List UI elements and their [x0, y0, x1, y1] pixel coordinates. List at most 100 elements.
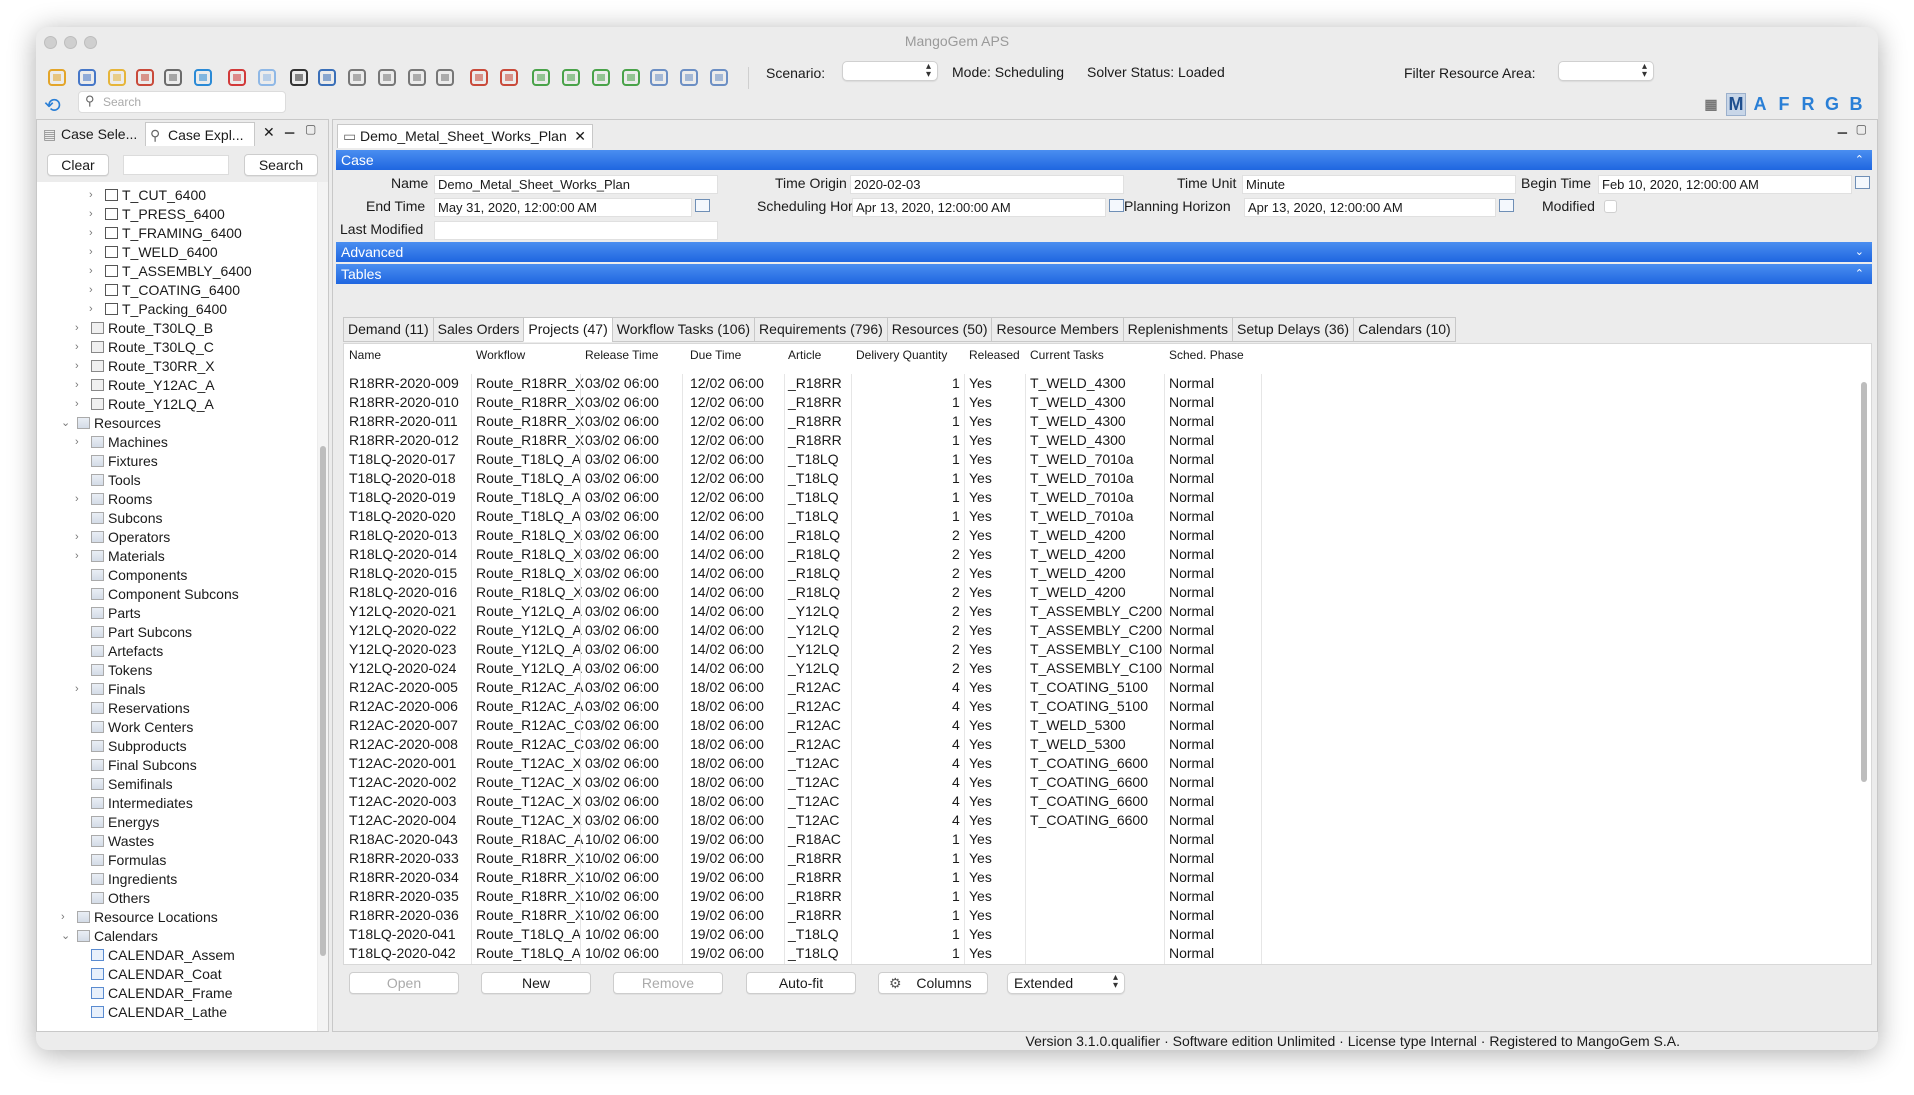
tree-item[interactable]: CALENDAR_Assem	[91, 946, 235, 965]
view-button-r[interactable]: R	[1798, 94, 1818, 115]
chevron-right-icon[interactable]: ›	[75, 376, 79, 395]
table-row[interactable]: T18LQ-2020-042 Route_T18LQ_A 10/02 06:00 19…	[344, 944, 1855, 963]
column-header[interactable]: Released	[969, 344, 1020, 366]
new-button[interactable]: New	[481, 972, 591, 994]
table-tab-calendars[interactable]: Calendars (10)	[1353, 317, 1456, 342]
chevron-down-icon[interactable]: ⌄	[61, 927, 70, 946]
tree-item[interactable]: Wastes	[91, 832, 154, 851]
tab-case-selection[interactable]: ▤ Case Sele...	[39, 122, 143, 146]
tab-case-explorer[interactable]: ⚲ Case Expl...	[145, 122, 255, 146]
scheduling-horizon-field[interactable]: Apr 13, 2020, 12:00:00 AM	[852, 198, 1106, 217]
table-tab-requirements[interactable]: Requirements (796)	[754, 317, 887, 342]
tree-item[interactable]: Semifinals	[91, 775, 173, 794]
toolbar-tool-19-icon[interactable]	[588, 64, 614, 90]
begin-time-field[interactable]: Feb 10, 2020, 12:00:00 AM	[1598, 175, 1852, 194]
time-unit-field[interactable]: Minute	[1242, 175, 1516, 194]
table-row[interactable]: R12AC-2020-005 Route_R12AC_A 03/02 06:00 18…	[344, 678, 1855, 697]
table-row[interactable]: R18RR-2020-009 Route_R18RR_X 03/02 06:00 12…	[344, 374, 1855, 393]
name-field[interactable]: Demo_Metal_Sheet_Works_Plan	[434, 175, 718, 194]
minimize-window-button[interactable]	[64, 36, 77, 49]
tab-demo-metal-sheet-works-plan[interactable]: ▭ Demo_Metal_Sheet_Works_Plan ✕	[337, 124, 593, 148]
chevron-right-icon[interactable]: ›	[75, 528, 79, 547]
column-header[interactable]: Name	[349, 344, 381, 366]
chevron-right-icon[interactable]: ›	[89, 224, 93, 243]
modified-checkbox[interactable]	[1604, 200, 1617, 213]
toolbar-tool-22-icon[interactable]	[676, 64, 702, 90]
column-header[interactable]: Due Time	[690, 344, 741, 366]
table-row[interactable]: R12AC-2020-006 Route_R12AC_A 03/02 06:00 18…	[344, 697, 1855, 716]
table-row[interactable]: R18LQ-2020-013 Route_R18LQ_X 03/02 06:00 14…	[344, 526, 1855, 545]
toolbar-tool-12-icon[interactable]	[374, 64, 400, 90]
toolbar-tool-20-icon[interactable]	[618, 64, 644, 90]
tree-item[interactable]: › Route_T30LQ_C	[75, 338, 214, 357]
tree-item[interactable]: › T_ASSEMBLY_6400	[89, 262, 252, 281]
tree-item[interactable]: › Operators	[75, 528, 170, 547]
last-modified-field[interactable]	[434, 221, 718, 240]
tree-item[interactable]: Reservations	[91, 699, 190, 718]
chevron-right-icon[interactable]: ›	[75, 395, 79, 414]
column-header[interactable]: Current Tasks	[1030, 344, 1104, 366]
table-row[interactable]: Y12LQ-2020-023 Route_Y12LQ_A 03/02 06:00 14…	[344, 640, 1855, 659]
tree-item[interactable]: CALENDAR_Lathe	[91, 1003, 227, 1022]
table-row[interactable]: T18LQ-2020-020 Route_T18LQ_A 03/02 06:00 12…	[344, 507, 1855, 526]
toolbar-tool-21-icon[interactable]	[646, 64, 672, 90]
chevron-right-icon[interactable]: ›	[89, 300, 93, 319]
table-row[interactable]: T12AC-2020-001 Route_T12AC_X 03/02 06:00 18…	[344, 754, 1855, 773]
table-tab-demand[interactable]: Demand (11)	[343, 317, 433, 342]
table-tab-setup-delays[interactable]: Setup Delays (36)	[1232, 317, 1354, 342]
tables-section-header[interactable]: Tables ⌃	[336, 264, 1872, 284]
search-button[interactable]: Search	[244, 154, 318, 176]
table-row[interactable]: R18RR-2020-010 Route_R18RR_X 03/02 06:00 12…	[344, 393, 1855, 412]
chevron-right-icon[interactable]: ›	[89, 186, 93, 205]
tree-item[interactable]: › T_CUT_6400	[89, 186, 206, 205]
tree-filter-input[interactable]	[123, 155, 229, 175]
toolbar-tool-10-icon[interactable]	[314, 64, 340, 90]
maximize-icon[interactable]: ▢	[1856, 122, 1867, 136]
column-header[interactable]: Delivery Quantity	[856, 344, 947, 366]
close-icon[interactable]: ✕	[574, 125, 586, 147]
table-row[interactable]: T18LQ-2020-041 Route_T18LQ_A 10/02 06:00 19…	[344, 925, 1855, 944]
tree-item[interactable]: Intermediates	[91, 794, 193, 813]
toolbar-tool-16-icon[interactable]	[496, 64, 522, 90]
chevron-right-icon[interactable]: ›	[75, 319, 79, 338]
toolbar-tool-2-icon[interactable]	[74, 64, 100, 90]
planning-horizon-field[interactable]: Apr 13, 2020, 12:00:00 AM	[1244, 198, 1496, 217]
table-tab-resource-members[interactable]: Resource Members	[991, 317, 1123, 342]
tree-item[interactable]: › Rooms	[75, 490, 152, 509]
view-mode-select[interactable]: Extended ▴ ▾	[1007, 972, 1125, 994]
toolbar-tool-4-icon[interactable]	[132, 64, 158, 90]
table-row[interactable]: Y12LQ-2020-021 Route_Y12LQ_A 03/02 06:00 14…	[344, 602, 1855, 621]
toolbar-tool-17-icon[interactable]	[528, 64, 554, 90]
table-row[interactable]: Y12LQ-2020-022 Route_Y12LQ_A 03/02 06:00 14…	[344, 621, 1855, 640]
table-row[interactable]: R12AC-2020-008 Route_R12AC_C 03/02 06:00 18…	[344, 735, 1855, 754]
tree-item[interactable]: Energys	[91, 813, 159, 832]
tree-item[interactable]: Tools	[91, 471, 141, 490]
view-button-g[interactable]: G	[1822, 94, 1842, 115]
table-row[interactable]: R18RR-2020-035 Route_R18RR_X 10/02 06:00 19…	[344, 887, 1855, 906]
calendar-icon[interactable]	[1109, 199, 1124, 212]
table-row[interactable]: R18LQ-2020-014 Route_R18LQ_X 03/02 06:00 14…	[344, 545, 1855, 564]
tree-item[interactable]: Formulas	[91, 851, 166, 870]
tree-item[interactable]: › Route_Y12LQ_A	[75, 395, 214, 414]
toolbar-tool-18-icon[interactable]	[558, 64, 584, 90]
column-header[interactable]: Article	[788, 344, 821, 366]
tree-item[interactable]: Final Subcons	[91, 756, 197, 775]
table-row[interactable]: R12AC-2020-007 Route_R12AC_C 03/02 06:00 18…	[344, 716, 1855, 735]
tree-item[interactable]: › Route_T30RR_X	[75, 357, 215, 376]
table-row[interactable]: R18RR-2020-036 Route_R18RR_X 10/02 06:00 19…	[344, 906, 1855, 925]
column-header[interactable]: Sched. Phase	[1169, 344, 1244, 366]
clear-button[interactable]: Clear	[47, 154, 109, 176]
scrollbar-thumb[interactable]	[1861, 382, 1867, 782]
table-row[interactable]: R18RR-2020-034 Route_R18RR_X 10/02 06:00 19…	[344, 868, 1855, 887]
chevron-right-icon[interactable]: ›	[75, 357, 79, 376]
table-tab-projects[interactable]: Projects (47)	[523, 317, 612, 342]
table-row[interactable]: T12AC-2020-003 Route_T12AC_X 03/02 06:00 18…	[344, 792, 1855, 811]
scrollbar-thumb[interactable]	[320, 446, 326, 956]
scenario-select[interactable]: ▴ ▾	[842, 61, 938, 81]
view-button-m[interactable]: M	[1726, 93, 1746, 116]
table-row[interactable]: Y12LQ-2020-024 Route_Y12LQ_A 03/02 06:00 14…	[344, 659, 1855, 678]
view-button-a[interactable]: A	[1750, 94, 1770, 115]
tree-item[interactable]: › Machines	[75, 433, 168, 452]
table-tab-replenishments[interactable]: Replenishments	[1122, 317, 1233, 342]
toolbar-tool-5-icon[interactable]	[160, 64, 186, 90]
